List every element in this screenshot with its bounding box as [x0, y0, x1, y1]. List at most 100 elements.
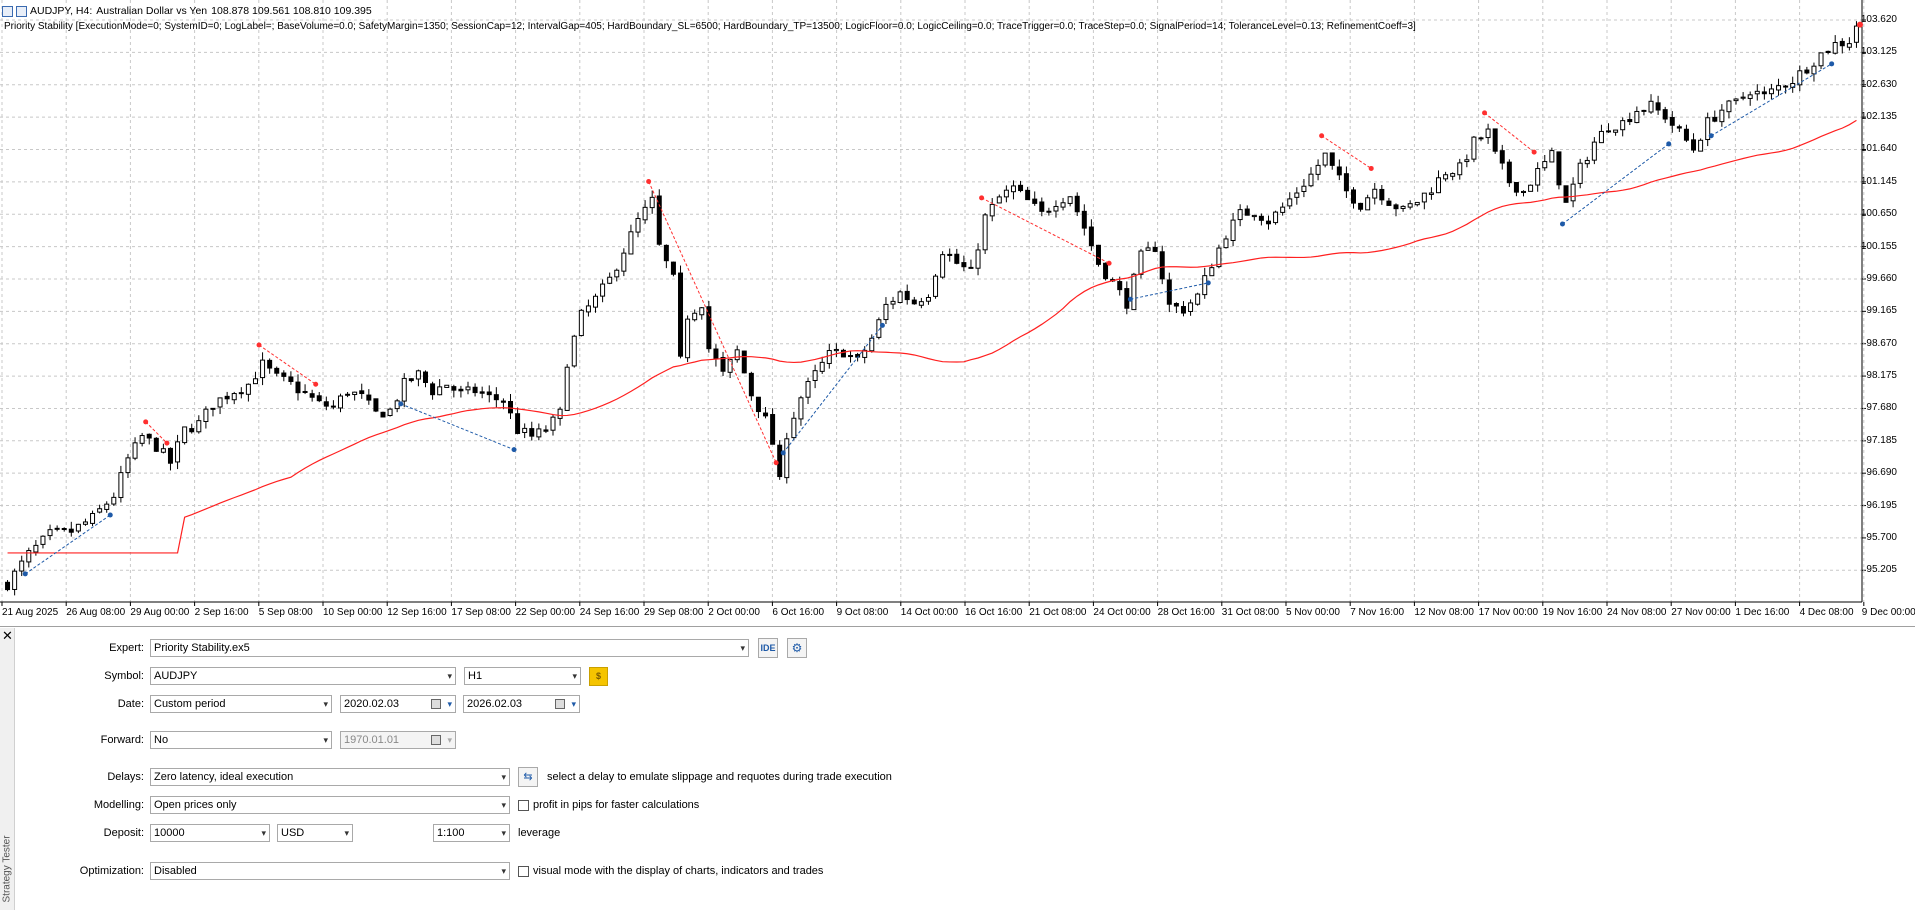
- trade-connector: [24, 514, 111, 575]
- trade-entry-marker[interactable]: [22, 571, 28, 577]
- pips-checkbox[interactable]: [518, 800, 529, 811]
- candle-body: [1315, 164, 1321, 175]
- candle-body: [1067, 196, 1073, 204]
- candle-body: [1237, 209, 1243, 221]
- trade-entry-marker[interactable]: [979, 195, 985, 201]
- trade-exit-marker[interactable]: [313, 381, 319, 387]
- trade-exit-marker[interactable]: [107, 512, 113, 518]
- candle-body: [153, 437, 159, 452]
- trade-exit-marker[interactable]: [1368, 165, 1374, 171]
- deposit-select[interactable]: 10000 ▾: [150, 824, 270, 842]
- trade-entry-marker[interactable]: [398, 401, 404, 407]
- candle-body: [203, 408, 209, 423]
- candle-body: [415, 370, 421, 380]
- trade-exit-marker[interactable]: [879, 322, 885, 328]
- candle-body: [1747, 94, 1753, 99]
- candle-body: [1407, 203, 1413, 208]
- candle-body: [380, 411, 386, 418]
- y-tick-label: 100.155: [1860, 240, 1897, 252]
- visual-mode-checkbox[interactable]: [518, 866, 529, 877]
- x-tick-label: 17 Nov 00:00: [1478, 607, 1539, 618]
- candle-body: [1464, 159, 1470, 163]
- trade-entry-marker[interactable]: [1708, 133, 1714, 139]
- trade-connector: [1562, 143, 1670, 225]
- date-to-field[interactable]: 2026.02.03 ▾: [463, 695, 580, 713]
- candle-body: [1542, 161, 1548, 169]
- candle-body: [833, 348, 839, 352]
- leverage-select[interactable]: 1:100 ▾: [433, 824, 510, 842]
- symbol-select[interactable]: AUDJPY ▾: [150, 667, 456, 685]
- forward-select[interactable]: No ▾: [150, 731, 332, 749]
- candle-body: [1761, 91, 1767, 95]
- trade-entry-marker[interactable]: [1319, 133, 1325, 139]
- x-tick-label: 1 Dec 16:00: [1735, 607, 1790, 618]
- delay-settings-icon[interactable]: ⇆: [518, 767, 538, 787]
- candle-body: [1846, 43, 1852, 48]
- candle-body: [1598, 130, 1604, 144]
- trade-exit-marker[interactable]: [1829, 61, 1835, 67]
- chart-window-icon[interactable]: [2, 5, 13, 17]
- candle-body: [1556, 151, 1562, 186]
- trade-entry-marker[interactable]: [1482, 110, 1488, 116]
- y-tick-label: 99.660: [1866, 272, 1897, 284]
- trade-exit-marker[interactable]: [1531, 149, 1537, 155]
- trade-exit-marker[interactable]: [1666, 141, 1672, 147]
- candle-body: [656, 195, 662, 245]
- candle-body: [267, 359, 273, 369]
- y-tick-label: 102.135: [1860, 111, 1897, 123]
- trade-exit-marker[interactable]: [1106, 260, 1112, 266]
- trade-exit-marker[interactable]: [164, 440, 170, 446]
- candle-body: [1570, 183, 1576, 202]
- modelling-select[interactable]: Open prices only ▾: [150, 796, 510, 814]
- x-tick-label: 9 Dec 00:00: [1861, 607, 1915, 618]
- y-tick-label: 95.205: [1866, 564, 1897, 576]
- trade-entry-marker[interactable]: [780, 450, 786, 456]
- pips-checkbox-label: profit in pips for faster calculations: [533, 799, 700, 811]
- trade-exit-marker[interactable]: [773, 460, 779, 466]
- price-chart[interactable]: AUDJPY, H4: Australian Dollar vs Yen 108…: [0, 0, 1915, 627]
- candle-body: [61, 528, 67, 531]
- delays-select[interactable]: Zero latency, ideal execution ▾: [150, 768, 510, 786]
- forward-label: Forward:: [100, 734, 144, 746]
- candle-body: [330, 405, 336, 408]
- trade-connector: [400, 403, 515, 451]
- currency-select[interactable]: USD ▾: [277, 824, 353, 842]
- trade-entry-marker[interactable]: [1127, 296, 1133, 302]
- trade-entry-marker[interactable]: [1559, 221, 1565, 227]
- timeframe-select[interactable]: H1 ▾: [464, 667, 581, 685]
- gear-icon[interactable]: ⚙: [787, 638, 807, 658]
- candle-body: [593, 295, 599, 308]
- candle-body: [500, 400, 506, 403]
- candle-body: [401, 377, 407, 402]
- ide-button[interactable]: IDE: [758, 638, 778, 658]
- x-tick-label: 29 Aug 00:00: [130, 607, 190, 618]
- candle-body: [1166, 279, 1172, 305]
- expert-select[interactable]: Priority Stability.ex5 ▾: [150, 639, 749, 657]
- chevron-down-icon: ▾: [447, 735, 452, 745]
- candle-body: [961, 262, 967, 268]
- date-mode-select[interactable]: Custom period ▾: [150, 695, 332, 713]
- candle-body: [543, 429, 549, 432]
- trade-entry-marker[interactable]: [143, 419, 149, 425]
- trade-entry-marker[interactable]: [646, 179, 652, 185]
- candle-body: [770, 414, 776, 445]
- candle-body: [692, 312, 698, 321]
- y-tick-label: 96.195: [1866, 499, 1897, 511]
- trade-exit-marker[interactable]: [511, 447, 517, 453]
- candle-body: [918, 301, 924, 306]
- currency-icon[interactable]: $: [589, 667, 608, 686]
- candle-body: [1180, 306, 1186, 314]
- candle-body: [1683, 128, 1689, 141]
- date-from-field[interactable]: 2020.02.03 ▾: [340, 695, 456, 713]
- leverage-label: leverage: [518, 827, 561, 839]
- candle-body: [515, 413, 521, 434]
- trade-entry-marker[interactable]: [256, 342, 262, 348]
- optimization-select[interactable]: Disabled ▾: [150, 862, 510, 880]
- close-icon[interactable]: ✕: [2, 629, 13, 642]
- candle-body: [366, 394, 372, 401]
- chart-properties-icon[interactable]: [16, 5, 27, 17]
- trade-exit-marker[interactable]: [1205, 280, 1211, 286]
- candle-body: [1428, 192, 1434, 195]
- candle-body: [1613, 129, 1619, 133]
- candle-body: [465, 386, 471, 391]
